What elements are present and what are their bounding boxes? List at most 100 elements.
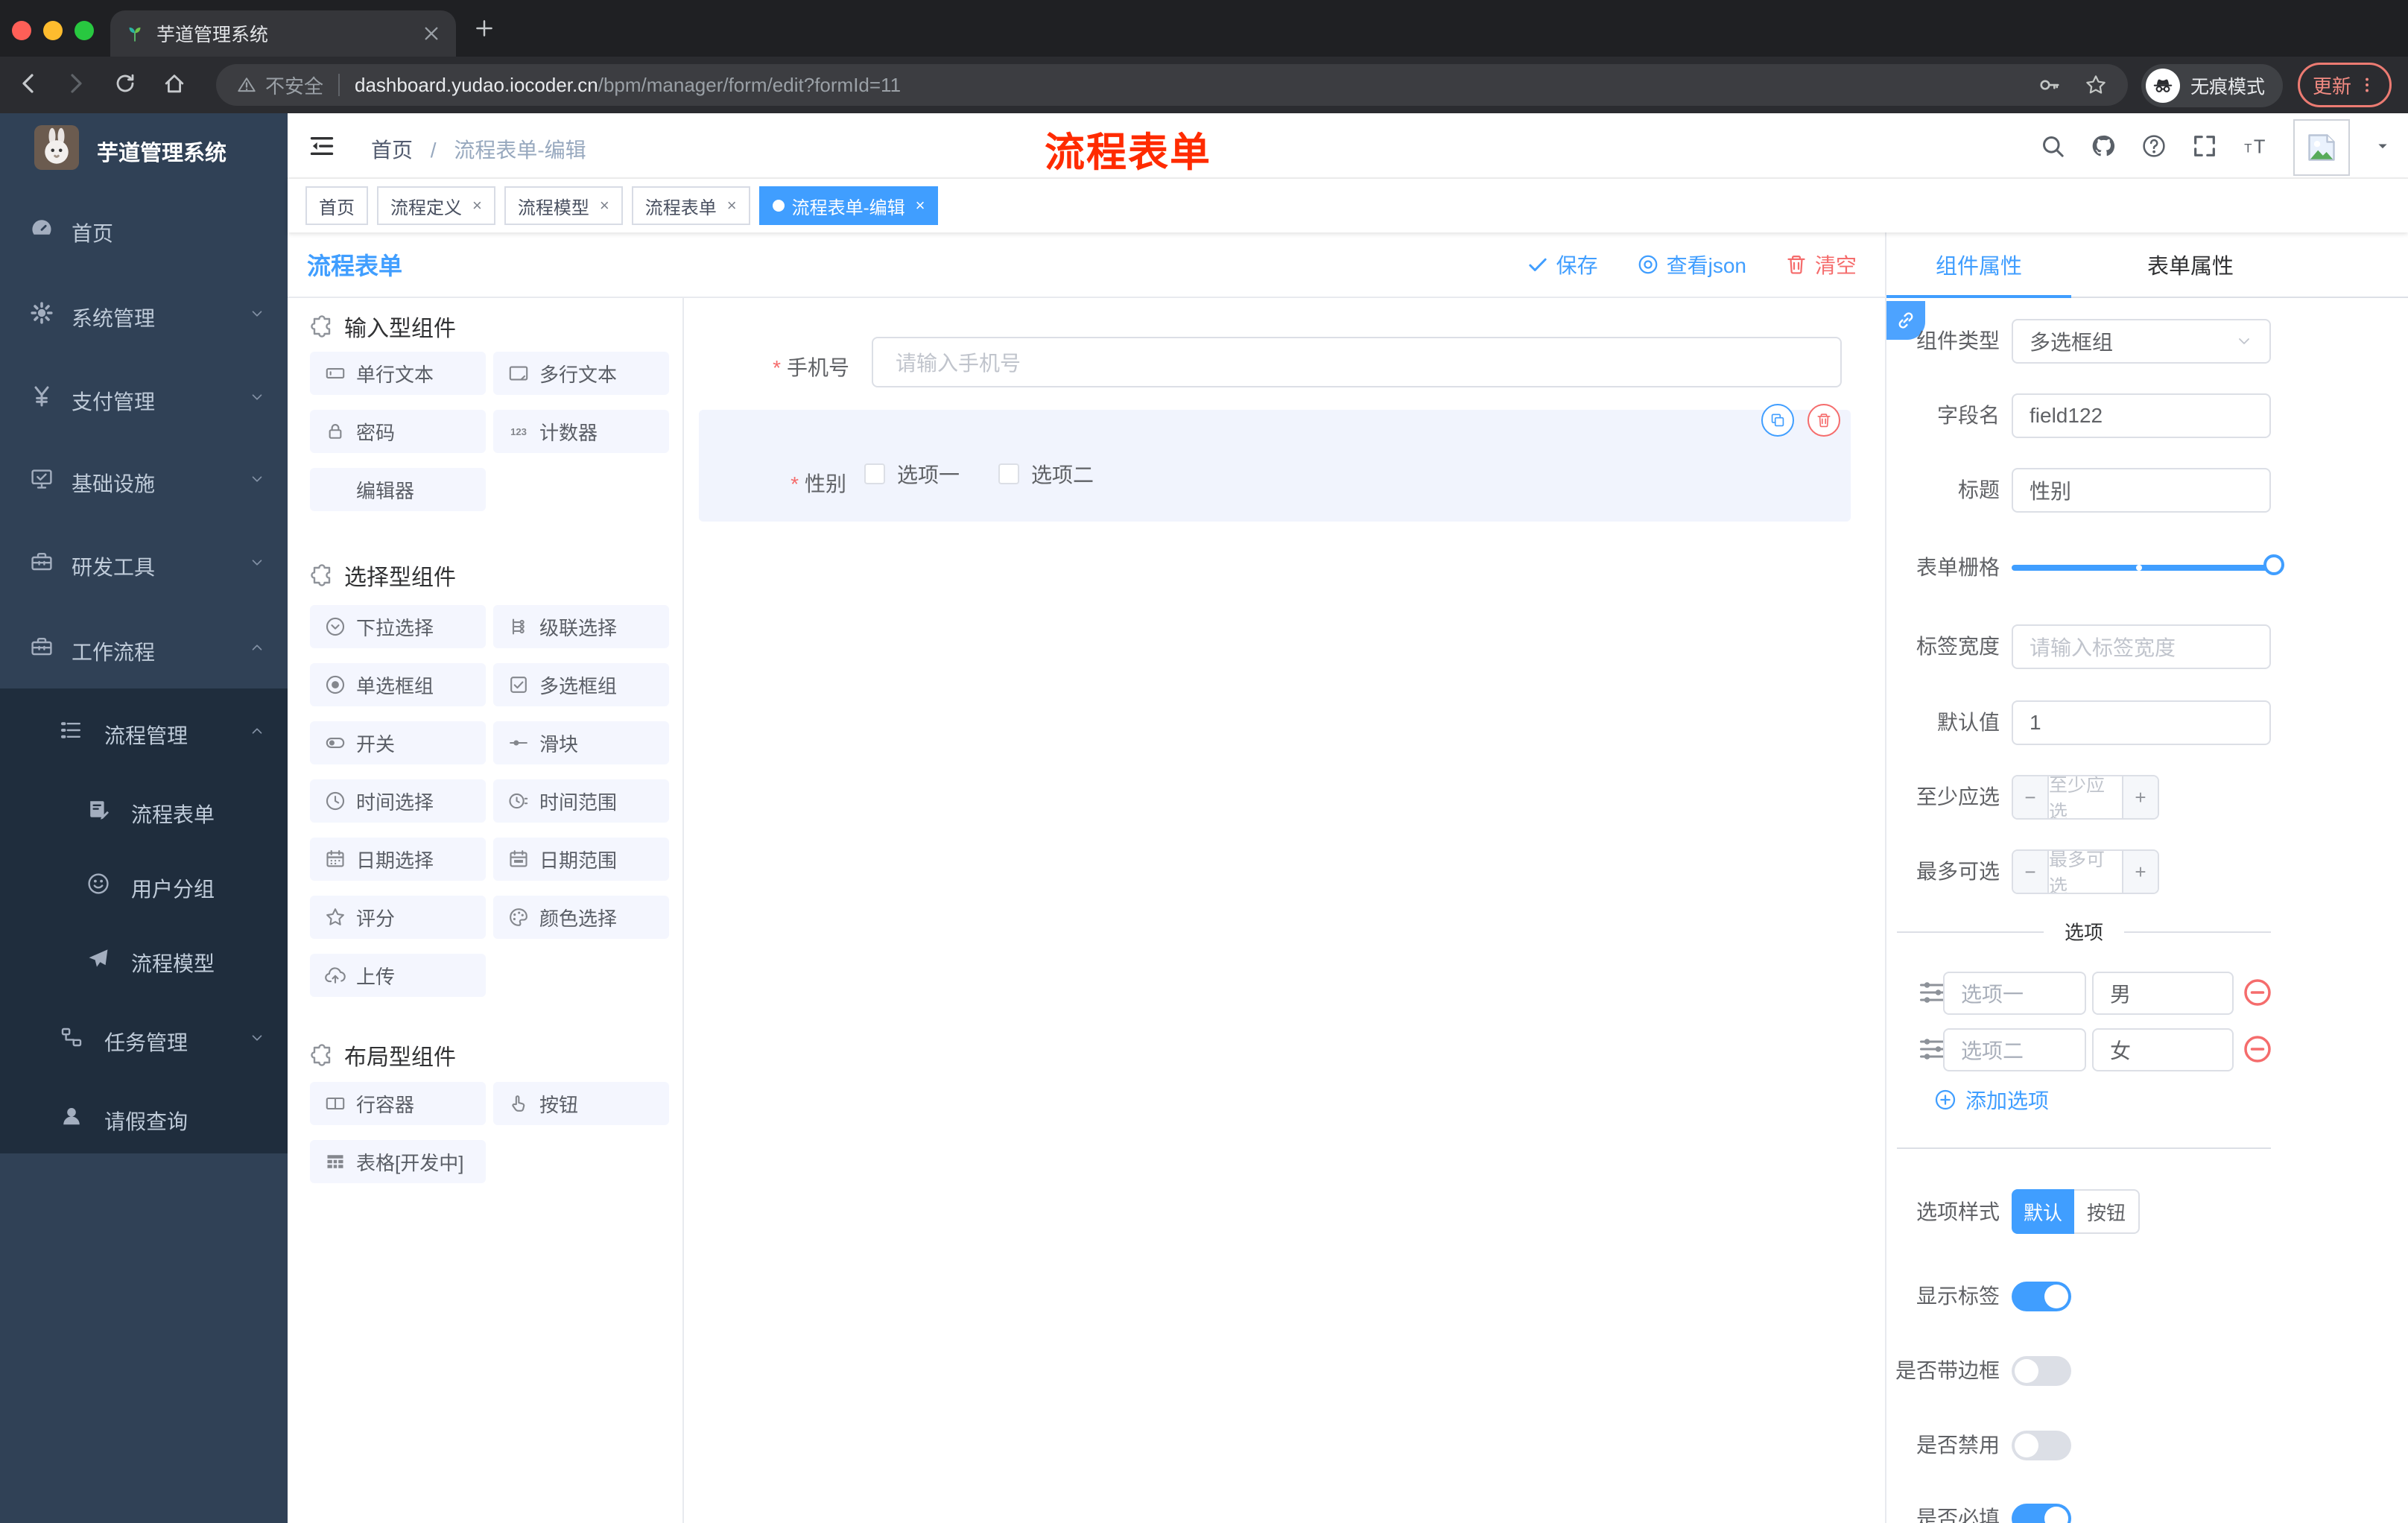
minimize-window-button[interactable] xyxy=(43,21,63,40)
delete-component-button[interactable] xyxy=(1807,404,1840,437)
sidebar-item-流程管理[interactable]: 流程管理 xyxy=(0,700,288,760)
browser-tab[interactable]: 芋道管理系统 xyxy=(110,10,456,57)
forward-button[interactable] xyxy=(64,72,88,95)
add-option-button[interactable]: 添加选项 xyxy=(1934,1085,2049,1115)
sidebar-item-系统管理[interactable]: 系统管理 xyxy=(0,283,288,343)
palette-item-多选框组[interactable]: 多选框组 xyxy=(493,663,669,706)
save-button[interactable]: 保存 xyxy=(1527,250,1598,279)
stepper-minus-button[interactable]: − xyxy=(2013,851,2049,893)
palette-item-单行文本[interactable]: 单行文本 xyxy=(310,352,486,395)
option-label-input[interactable]: 选项二 xyxy=(1943,1028,2086,1071)
fullscreen-icon[interactable] xyxy=(2192,133,2217,159)
zoom-window-button[interactable] xyxy=(75,21,94,40)
palette-item-密码[interactable]: 密码 xyxy=(310,410,486,453)
sidebar-item-用户分组[interactable]: 用户分组 xyxy=(0,854,288,914)
palette-item-上传[interactable]: 上传 xyxy=(310,954,486,997)
search-icon[interactable] xyxy=(2040,133,2065,159)
max-select-stepper[interactable]: − 最多可选 + xyxy=(2012,849,2159,894)
toggle-switch[interactable] xyxy=(2012,1282,2071,1311)
stepper-plus-button[interactable]: + xyxy=(2122,776,2158,818)
palette-item-下拉选择[interactable]: 下拉选择 xyxy=(310,605,486,648)
phone-input[interactable]: 请输入手机号 xyxy=(872,337,1842,387)
palette-item-编辑器[interactable]: 编辑器 xyxy=(310,468,486,511)
duplicate-component-button[interactable] xyxy=(1761,404,1794,437)
view-json-button[interactable]: 查看json xyxy=(1637,250,1746,279)
palette-item-开关[interactable]: 开关 xyxy=(310,721,486,764)
help-icon[interactable] xyxy=(2141,133,2167,159)
address-bar[interactable]: 不安全 dashboard.yudao.iocoder.cn /bpm/mana… xyxy=(216,64,2128,106)
tag-流程表单-编辑[interactable]: 流程表单-编辑 × xyxy=(758,186,939,225)
toggle-switch[interactable] xyxy=(2012,1356,2071,1386)
style-button-button[interactable]: 按钮 xyxy=(2074,1189,2140,1234)
remove-option-button[interactable] xyxy=(2243,978,2272,1007)
sidebar-item-支付管理[interactable]: 支付管理 xyxy=(0,367,288,426)
new-tab-button[interactable] xyxy=(474,18,495,39)
min-select-stepper[interactable]: − 至少应选 + xyxy=(2012,775,2159,820)
update-button[interactable]: 更新 xyxy=(2298,63,2392,107)
stepper-value[interactable]: 至少应选 xyxy=(2049,776,2122,818)
font-size-icon[interactable]: TT xyxy=(2243,133,2268,159)
stepper-plus-button[interactable]: + xyxy=(2122,851,2158,893)
selected-component-gender[interactable]: 性别 选项一 选项二 xyxy=(699,404,1851,522)
label-width-input[interactable]: 请输入标签宽度 xyxy=(2012,624,2271,669)
sidebar-item-研发工具[interactable]: 研发工具 xyxy=(0,532,288,592)
palette-item-按钮[interactable]: 按钮 xyxy=(493,1082,669,1125)
sidebar-item-任务管理[interactable]: 任务管理 xyxy=(0,1007,288,1067)
component-type-select[interactable]: 多选框组 xyxy=(2012,319,2271,364)
close-window-button[interactable] xyxy=(12,21,31,40)
tag-流程表单[interactable]: 流程表单 × xyxy=(631,186,750,225)
palette-item-时间范围[interactable]: 时间范围 xyxy=(493,779,669,823)
collapse-sidebar-icon[interactable] xyxy=(308,133,335,159)
tab-close-icon[interactable] xyxy=(422,24,441,43)
user-avatar[interactable] xyxy=(2293,119,2350,176)
palette-item-颜色选择[interactable]: 颜色选择 xyxy=(493,896,669,939)
palette-item-单选框组[interactable]: 单选框组 xyxy=(310,663,486,706)
tab-component-props[interactable]: 组件属性 xyxy=(1886,232,2071,297)
style-default-button[interactable]: 默认 xyxy=(2012,1189,2074,1234)
sidebar-item-基础设施[interactable]: 基础设施 xyxy=(0,449,288,508)
breadcrumb-home[interactable]: 首页 xyxy=(371,139,413,162)
stepper-minus-button[interactable]: − xyxy=(2013,776,2049,818)
avatar-caret-icon[interactable] xyxy=(2375,139,2390,153)
palette-item-日期选择[interactable]: 日期选择 xyxy=(310,838,486,881)
back-button[interactable] xyxy=(16,72,40,95)
palette-item-行容器[interactable]: 行容器 xyxy=(310,1082,486,1125)
sidebar-item-流程模型[interactable]: 流程模型 xyxy=(0,928,288,988)
clear-button[interactable]: 清空 xyxy=(1785,250,1857,279)
github-icon[interactable] xyxy=(2091,133,2116,159)
tag-流程定义[interactable]: 流程定义 × xyxy=(377,186,495,225)
tag-首页[interactable]: 首页 xyxy=(305,186,368,225)
palette-item-表格[开发中][interactable]: 表格[开发中] xyxy=(310,1140,486,1183)
palette-item-日期范围[interactable]: 日期范围 xyxy=(493,838,669,881)
password-key-icon[interactable] xyxy=(2038,74,2061,96)
option-value-input[interactable]: 女 xyxy=(2092,1028,2234,1071)
palette-item-级联选择[interactable]: 级联选择 xyxy=(493,605,669,648)
reload-button[interactable] xyxy=(113,72,137,95)
palette-item-滑块[interactable]: 滑块 xyxy=(493,721,669,764)
home-button[interactable] xyxy=(162,72,186,95)
stepper-value[interactable]: 最多可选 xyxy=(2049,851,2122,893)
palette-item-计数器[interactable]: 123 计数器 xyxy=(493,410,669,453)
sidebar-item-流程表单[interactable]: 流程表单 xyxy=(0,779,288,839)
palette-item-评分[interactable]: 评分 xyxy=(310,896,486,939)
sidebar-item-首页[interactable]: 首页 xyxy=(0,198,288,258)
browser-menu-icon[interactable] xyxy=(2357,75,2377,95)
tag-close-icon[interactable]: × xyxy=(600,196,609,215)
toggle-switch[interactable] xyxy=(2012,1431,2071,1460)
tag-close-icon[interactable]: × xyxy=(727,196,737,215)
grid-slider[interactable] xyxy=(2012,545,2284,590)
option-label-input[interactable]: 选项一 xyxy=(1943,972,2086,1015)
sidebar-item-请假查询[interactable]: 请假查询 xyxy=(0,1086,288,1146)
slider-handle[interactable] xyxy=(2263,554,2284,575)
palette-item-多行文本[interactable]: 多行文本 xyxy=(493,352,669,395)
toggle-switch[interactable] xyxy=(2012,1504,2071,1523)
sidebar-logo[interactable]: 芋道管理系统 xyxy=(0,125,288,185)
gender-option-1-checkbox[interactable]: 选项一 xyxy=(864,459,960,489)
option-value-input[interactable]: 男 xyxy=(2092,972,2234,1015)
tag-close-icon[interactable]: × xyxy=(916,196,925,215)
tag-close-icon[interactable]: × xyxy=(472,196,482,215)
sidebar-item-工作流程[interactable]: 工作流程 xyxy=(0,617,288,677)
palette-item-时间选择[interactable]: 时间选择 xyxy=(310,779,486,823)
bookmark-star-icon[interactable] xyxy=(2085,74,2107,96)
gender-option-2-checkbox[interactable]: 选项二 xyxy=(998,459,1094,489)
